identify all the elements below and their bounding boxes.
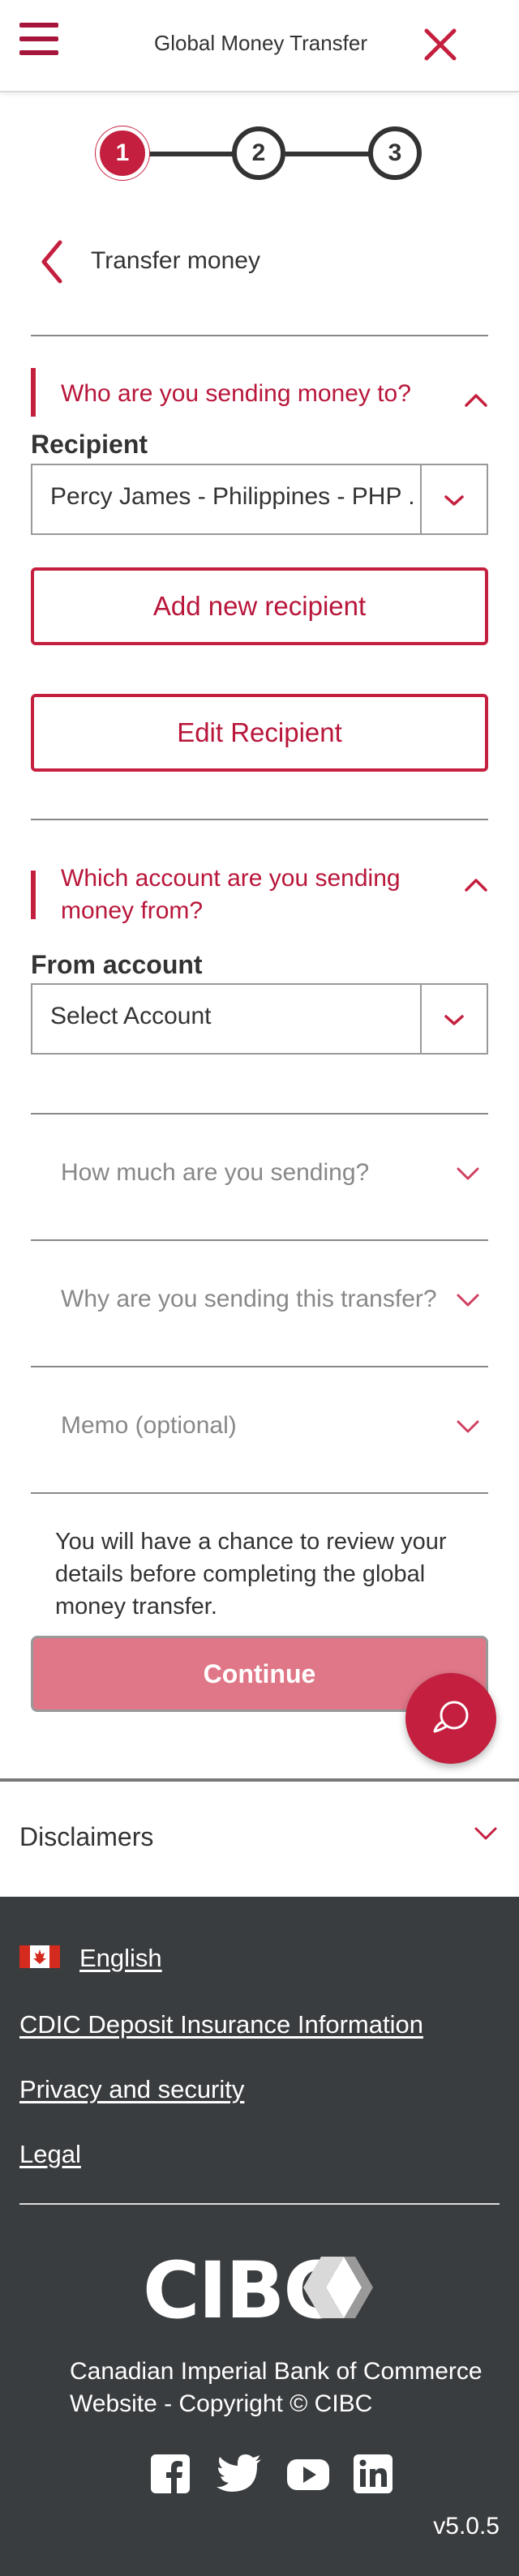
step-1-indicator: 1 [96,126,149,180]
chevron-up-icon[interactable] [464,392,488,409]
top-header: Global Money Transfer [0,0,519,92]
linkedin-icon[interactable] [352,2453,394,2495]
recipient-section-title[interactable]: Who are you sending money to? [61,378,411,410]
review-note: You will have a chance to review your de… [55,1529,447,1620]
chevron-left-icon[interactable] [41,240,63,284]
account-title-line-1: Which account are you sending [61,865,401,892]
copyright-line-1: Canadian Imperial Bank of Commerce [70,2358,483,2385]
copyright-text: Canadian Imperial Bank of Commerce Websi… [70,2356,491,2420]
divider [31,1113,488,1115]
from-account-select-value: Select Account [50,1003,212,1029]
select-divider [420,985,422,1053]
copyright-line-2: Website - Copyright © CIBC [70,2390,373,2417]
language-link[interactable]: English [79,1944,162,1973]
privacy-link[interactable]: Privacy and security [19,2075,244,2104]
facebook-icon[interactable] [149,2453,191,2495]
footer-divider [19,2203,500,2205]
youtube-icon[interactable] [285,2453,331,2495]
chevron-down-icon[interactable] [456,1166,480,1182]
cibc-logo-icon [303,2257,373,2318]
select-divider [420,465,422,533]
divider [31,1366,488,1367]
close-x-icon[interactable] [423,28,457,62]
from-account-label: From account [31,950,203,979]
step-connector [285,152,370,156]
cdic-link[interactable]: CDIC Deposit Insurance Information [19,2010,423,2039]
recipient-label: Recipient [31,430,148,459]
add-new-recipient-button[interactable]: Add new recipient [31,567,488,645]
canada-flag-icon [19,1945,60,1968]
back-link[interactable]: Transfer money [91,247,260,275]
chevron-down-icon[interactable] [456,1292,480,1308]
recipient-select-value: Percy James - Philippines - PHP ... [50,483,415,510]
header-title: Global Money Transfer [154,31,368,55]
step-2-indicator: 2 [232,126,285,180]
app-version: v5.0.5 [433,2513,500,2540]
divider [31,335,488,336]
from-account-select[interactable]: Select Account [31,983,488,1055]
account-title-line-2: money from? [61,897,204,924]
divider [31,1239,488,1241]
chat-bubble-icon [433,1701,469,1733]
reason-section-title[interactable]: Why are you sending this transfer? [61,1286,437,1313]
memo-section-title[interactable]: Memo (optional) [61,1412,237,1440]
chevron-down-icon [444,495,464,506]
amount-section-title[interactable]: How much are you sending? [61,1159,369,1187]
section-separator [0,1778,519,1782]
account-section-title[interactable]: Which account are you sending money from… [61,862,401,927]
chevron-up-icon[interactable] [464,877,488,893]
edit-recipient-button[interactable]: Edit Recipient [31,694,488,772]
divider [31,819,488,820]
site-footer: English CDIC Deposit Insurance Informati… [0,1897,519,2576]
chevron-down-icon[interactable] [474,1825,498,1842]
section-accent-bar [31,368,36,417]
step-3-indicator: 3 [368,126,422,180]
chat-button[interactable] [405,1673,496,1764]
twitter-icon[interactable] [216,2453,263,2495]
divider [31,1492,488,1494]
chevron-down-icon [444,1015,464,1025]
step-connector [149,152,234,156]
disclaimers-toggle[interactable]: Disclaimers [19,1822,153,1852]
recipient-select[interactable]: Percy James - Philippines - PHP ... [31,464,488,535]
chevron-down-icon[interactable] [456,1419,480,1435]
hamburger-menu-icon[interactable] [19,23,58,55]
section-accent-bar [31,871,36,919]
legal-link[interactable]: Legal [19,2140,81,2169]
